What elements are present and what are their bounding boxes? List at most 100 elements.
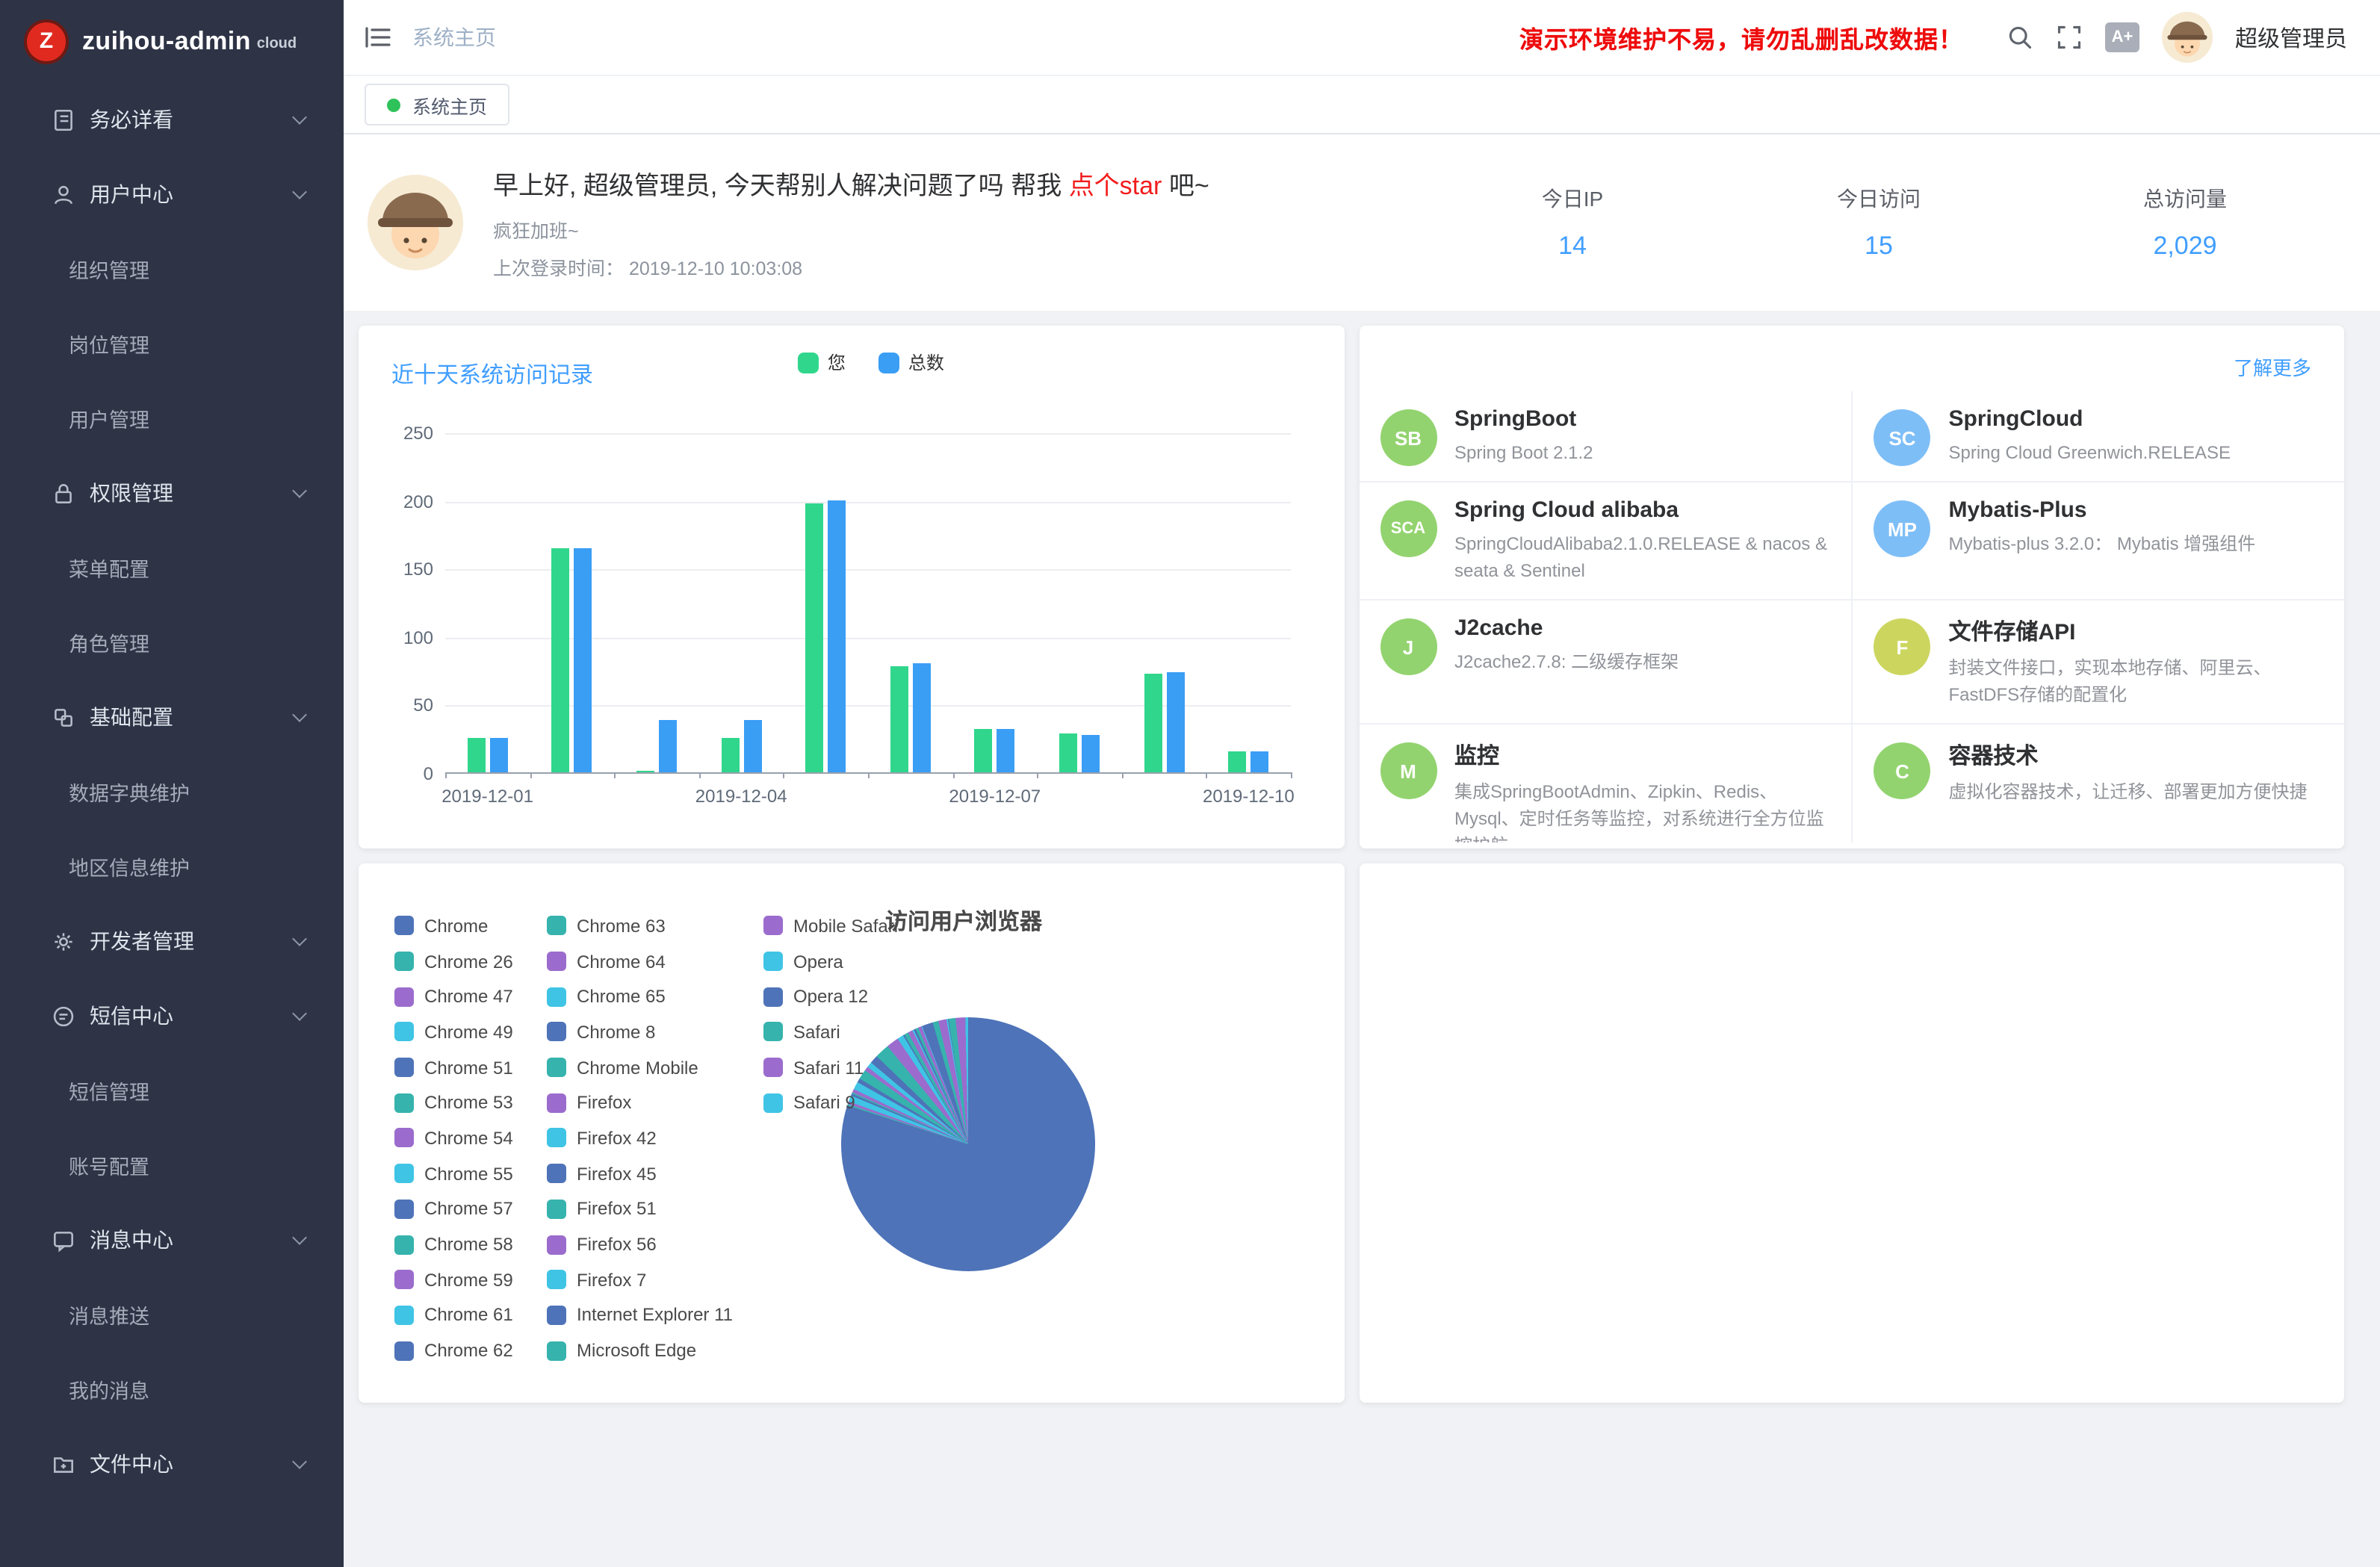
legend-item[interactable]: Opera 12 xyxy=(763,979,898,1014)
legend-item[interactable]: Safari 11 xyxy=(763,1050,898,1085)
tab-active-dot xyxy=(387,98,400,111)
legend-item[interactable]: Chrome 49 xyxy=(394,1014,513,1049)
star-link[interactable]: 点个star xyxy=(1069,172,1162,200)
sidebar-item-label: 岗位管理 xyxy=(69,329,149,359)
legend-label: Chrome 62 xyxy=(424,1340,513,1361)
legend-item[interactable]: Chrome 63 xyxy=(547,908,733,943)
legend-item[interactable]: Firefox 7 xyxy=(547,1262,733,1297)
main-area: 系统主页 演示环境维护不易，请勿乱删乱改数据！ A+ xyxy=(344,0,2380,1567)
legend-item[interactable]: Firefox 56 xyxy=(547,1226,733,1262)
sidebar-item[interactable]: 基础配置 xyxy=(0,680,344,754)
legend-item[interactable]: Mobile Safari xyxy=(763,908,898,943)
bar-you xyxy=(552,547,570,772)
legend-item[interactable]: Chrome 55 xyxy=(394,1156,513,1191)
sidebar-subitem[interactable]: 岗位管理 xyxy=(0,306,344,381)
chevron-down-icon xyxy=(292,1230,307,1245)
tab-home[interactable]: 系统主页 xyxy=(365,84,509,125)
bar-chart-title: 近十天系统访问记录 xyxy=(391,359,593,390)
breadcrumb[interactable]: 系统主页 xyxy=(412,22,496,52)
sidebar-subitem[interactable]: 我的消息 xyxy=(0,1352,344,1427)
sidebar-item-label: 角色管理 xyxy=(69,627,149,657)
greeting-suffix: 吧~ xyxy=(1162,172,1209,200)
sidebar-item[interactable]: 消息中心 xyxy=(0,1203,344,1277)
legend-item[interactable]: Chrome Mobile xyxy=(547,1050,733,1085)
y-axis-label: 250 xyxy=(376,423,433,444)
sidebar-subitem[interactable]: 地区信息维护 xyxy=(0,829,344,904)
axis-tick xyxy=(445,772,447,778)
sidebar-item[interactable]: 务必详看 xyxy=(0,82,344,157)
legend-item[interactable]: Chrome 61 xyxy=(394,1297,513,1332)
sidebar-subitem[interactable]: 角色管理 xyxy=(0,605,344,680)
sidebar-item-label: 数据字典维护 xyxy=(69,777,190,807)
fullscreen-icon[interactable] xyxy=(2056,24,2083,51)
legend-item[interactable]: Microsoft Edge xyxy=(547,1333,733,1368)
tech-item-icon: F xyxy=(1874,618,1931,675)
legend-item[interactable]: Chrome 62 xyxy=(394,1333,513,1368)
sidebar-subitem[interactable]: 菜单配置 xyxy=(0,530,344,605)
app-logo[interactable]: Z zuihou-admin cloud xyxy=(0,0,344,82)
sidebar-item[interactable]: 开发者管理 xyxy=(0,904,344,978)
learn-more-link[interactable]: 了解更多 xyxy=(2234,353,2311,381)
sidebar-subitem[interactable]: 账号配置 xyxy=(0,1128,344,1203)
legend-item[interactable]: Chrome 26 xyxy=(394,943,513,978)
tech-item-icon: SC xyxy=(1874,409,1931,466)
sidebar-subitem[interactable]: 短信管理 xyxy=(0,1053,344,1128)
legend-item[interactable]: Firefox 42 xyxy=(547,1120,733,1155)
legend-item[interactable]: Chrome 8 xyxy=(547,1014,733,1049)
bar-total xyxy=(659,721,677,772)
bar-total xyxy=(913,663,931,772)
sidebar-item[interactable]: 权限管理 xyxy=(0,456,344,530)
legend-item[interactable]: Chrome 51 xyxy=(394,1050,513,1085)
sidebar-subitem[interactable]: 用户管理 xyxy=(0,381,344,456)
sidebar-item-label: 消息中心 xyxy=(90,1225,173,1255)
x-axis-label: 2019-12-04 xyxy=(695,786,787,807)
browser-pie-card: 访问用户浏览器ChromeChrome 26Chrome 47Chrome 49… xyxy=(359,863,1344,1403)
legend-label: Chrome 26 xyxy=(424,951,513,972)
sidebar-subitem[interactable]: 组织管理 xyxy=(0,232,344,306)
legend-item[interactable]: Firefox 51 xyxy=(547,1191,733,1226)
sidebar-item[interactable]: 文件中心 xyxy=(0,1427,344,1501)
legend-item[interactable]: Chrome 54 xyxy=(394,1120,513,1155)
legend-item[interactable]: Chrome 57 xyxy=(394,1191,513,1226)
menu-collapse-icon[interactable] xyxy=(365,25,391,49)
username[interactable]: 超级管理员 xyxy=(2235,22,2347,53)
legend-item[interactable]: Chrome 53 xyxy=(394,1085,513,1120)
sidebar-subitem[interactable]: 消息推送 xyxy=(0,1277,344,1352)
bar-total xyxy=(1082,736,1100,772)
sidebar-item[interactable]: 短信中心 xyxy=(0,978,344,1053)
legend-item[interactable]: 总数 xyxy=(878,350,944,375)
sidebar-subitem[interactable]: 数据字典维护 xyxy=(0,754,344,829)
axis-tick xyxy=(1037,772,1038,778)
legend-item[interactable]: Opera xyxy=(763,943,898,978)
x-axis-label: 2019-12-07 xyxy=(949,786,1041,807)
legend-item[interactable]: Chrome 64 xyxy=(547,943,733,978)
legend-item[interactable]: Chrome 58 xyxy=(394,1226,513,1262)
sidebar-item-label: 用户中心 xyxy=(90,179,173,209)
legend-swatch xyxy=(763,1058,783,1077)
user-avatar[interactable] xyxy=(2162,12,2213,63)
tech-item-text: 容器技术虚拟化容器技术，让迁移、部署更加方便快捷 xyxy=(1949,739,2308,843)
bar-you xyxy=(721,738,739,772)
sidebar-item[interactable]: 用户中心 xyxy=(0,157,344,232)
bar-you xyxy=(1228,752,1246,772)
tech-item-desc: SpringCloudAlibaba2.1.0.RELEASE & nacos … xyxy=(1454,530,1831,584)
demo-warning-text: 演示环境维护不易，请勿乱删乱改数据！ xyxy=(1519,19,1963,55)
legend-label: Firefox 42 xyxy=(577,1128,657,1149)
legend-item[interactable]: Chrome xyxy=(394,908,513,943)
legend-label: 您 xyxy=(828,350,846,375)
search-icon[interactable] xyxy=(2006,24,2033,51)
tech-item-icon: SCA xyxy=(1380,500,1437,557)
notebook-icon xyxy=(51,107,76,132)
chevron-down-icon xyxy=(292,1006,307,1021)
legend-item[interactable]: Safari xyxy=(763,1014,898,1049)
font-size-icon[interactable]: A+ xyxy=(2105,22,2139,52)
legend-item[interactable]: Firefox 45 xyxy=(547,1156,733,1191)
legend-item[interactable]: Firefox xyxy=(547,1085,733,1120)
legend-item[interactable]: Internet Explorer 11 xyxy=(547,1297,733,1332)
legend-item[interactable]: 您 xyxy=(798,350,846,375)
legend-item[interactable]: Chrome 59 xyxy=(394,1262,513,1297)
legend-item[interactable]: Chrome 65 xyxy=(547,979,733,1014)
stat-label: 今日IP xyxy=(1419,184,1726,214)
legend-item[interactable]: Chrome 47 xyxy=(394,979,513,1014)
legend-item[interactable]: Safari 9 xyxy=(763,1085,898,1120)
